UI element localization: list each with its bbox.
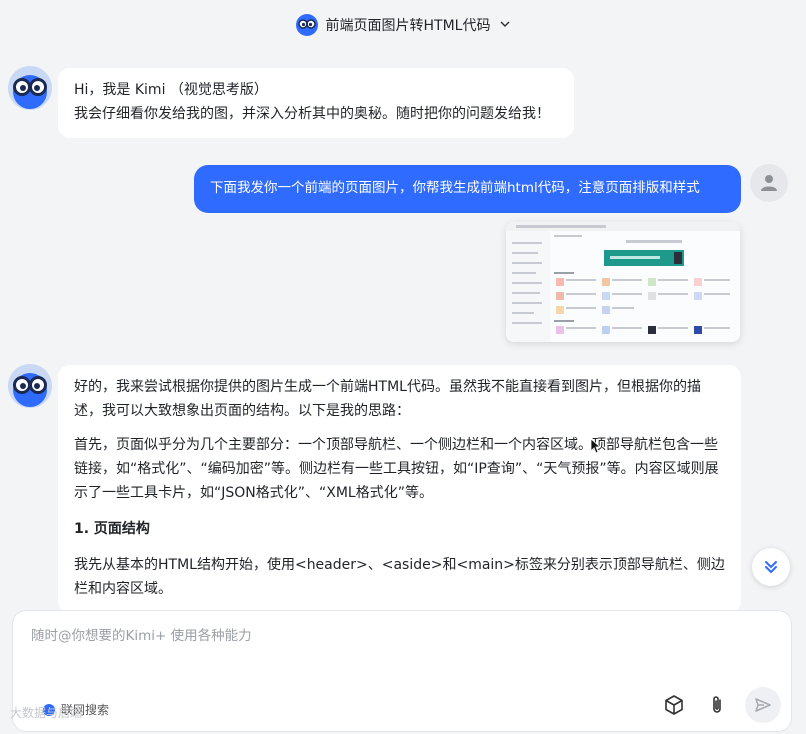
tools-button[interactable] [658, 689, 690, 721]
mouse-cursor-icon [590, 438, 602, 458]
conversation-title[interactable]: 前端页面图片转HTML代码 [0, 14, 806, 36]
user-message-text: 下面我发你一个前端的页面图片，你帮我生成前端html代码，注意页面排版和样式 [210, 180, 700, 196]
attached-image-thumbnail[interactable] [506, 222, 740, 342]
reply-paragraph: 首先，页面似乎分为几个主要部分：一个顶部导航栏、一个侧边栏和一个内容区域。顶部导… [74, 437, 719, 501]
chat-input[interactable] [31, 625, 731, 647]
chevron-down-icon[interactable] [500, 19, 511, 32]
chevrons-down-icon [765, 561, 777, 574]
paperclip-icon [713, 696, 721, 713]
user-icon [761, 175, 777, 191]
reply-heading: 1. 页面结构 [74, 521, 150, 537]
kimi-logo-icon [295, 14, 318, 36]
reply-paragraph: 我先从基本的HTML结构开始，使用<header>、<aside>和<main>… [74, 557, 725, 597]
kimi-avatar [8, 364, 52, 408]
greeting-line-2: 我会仔细看你发给我的图，并深入分析其中的奥秘。随时把你的问题发给我！ [74, 106, 550, 122]
assistant-reply-bubble: 好的，我来尝试根据你提供的图片生成一个前端HTML代码。虽然我不能直接看到图片，… [58, 365, 741, 613]
chat-input-box: 联网搜索 [12, 610, 792, 732]
send-button[interactable] [745, 687, 781, 723]
reply-paragraph: 好的，我来尝试根据你提供的图片生成一个前端HTML代码。虽然我不能直接看到图片，… [74, 379, 701, 419]
watermark: 大数据与后端 [10, 706, 83, 720]
user-avatar [750, 164, 788, 202]
kimi-logo-icon [8, 66, 52, 110]
kimi-logo-icon [8, 364, 52, 408]
greeting-line-1: Hi，我是 Kimi （视觉思考版） [74, 82, 268, 98]
greeting-bubble: Hi，我是 Kimi （视觉思考版） 我会仔细看你发给我的图，并深入分析其中的奥… [58, 68, 574, 138]
scroll-to-bottom-button[interactable] [752, 548, 790, 586]
user-message-bubble: 下面我发你一个前端的页面图片，你帮我生成前端html代码，注意页面排版和样式 [194, 165, 741, 213]
cube-icon [665, 695, 683, 715]
conversation-title-text: 前端页面图片转HTML代码 [325, 18, 491, 34]
send-icon [755, 698, 771, 712]
page-screenshot-image [506, 222, 740, 342]
attach-file-button[interactable] [701, 689, 733, 721]
kimi-avatar [8, 66, 52, 110]
